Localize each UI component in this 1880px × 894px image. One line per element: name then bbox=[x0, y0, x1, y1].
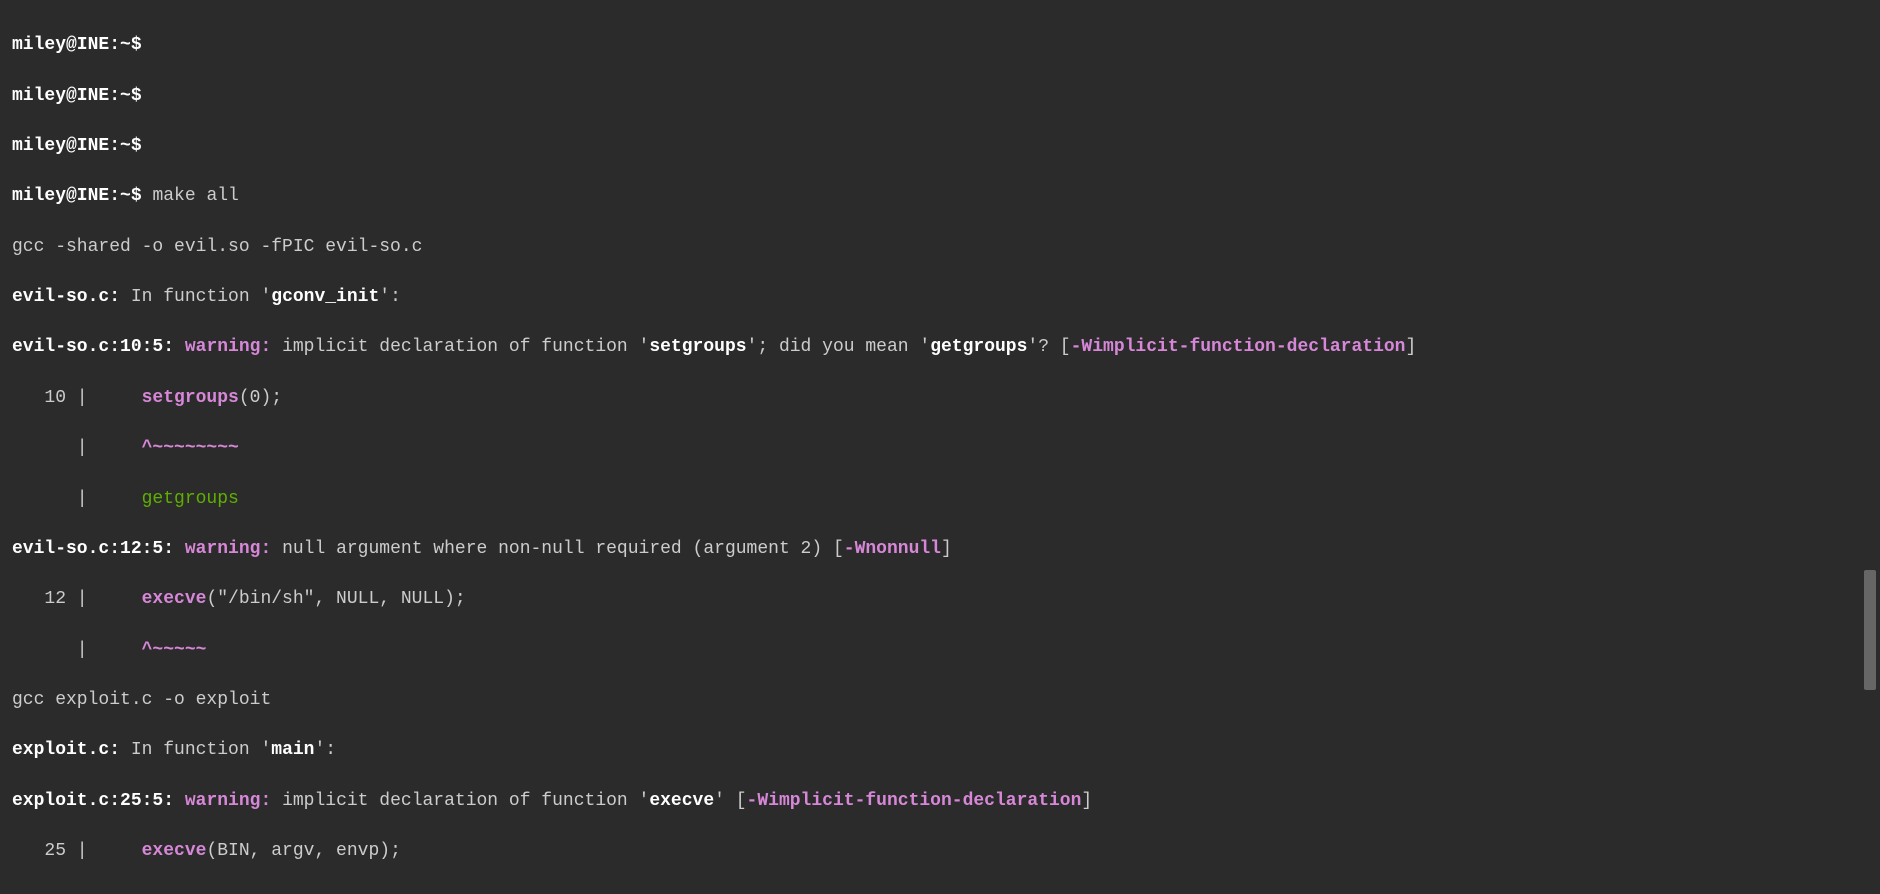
prompt: miley@INE:~$ bbox=[12, 186, 142, 206]
code-snippet: setgroups bbox=[142, 388, 239, 408]
gcc-line-2: gcc exploit.c -o exploit bbox=[12, 690, 271, 710]
warning-tag: warning: bbox=[185, 539, 271, 559]
file-ref: exploit.c: bbox=[12, 740, 120, 760]
terminal-output[interactable]: miley@INE:~$ miley@INE:~$ miley@INE:~$ m… bbox=[12, 8, 1868, 886]
prompt: miley@INE:~$ bbox=[12, 35, 142, 55]
command-make: make all bbox=[152, 186, 238, 206]
warning-flag: -Wimplicit-function-declaration bbox=[1071, 337, 1406, 357]
warning-location: evil-so.c:12:5: bbox=[12, 539, 174, 559]
warning-tag: warning: bbox=[185, 791, 271, 811]
warning-tag: warning: bbox=[185, 337, 271, 357]
gcc-line-1: gcc -shared -o evil.so -fPIC evil-so.c bbox=[12, 237, 422, 257]
warning-flag: -Wnonnull bbox=[844, 539, 941, 559]
suggestion: getgroups bbox=[142, 489, 239, 509]
warning-location: evil-so.c:10:5: bbox=[12, 337, 174, 357]
caret-underline: ^~~~~~ bbox=[142, 640, 207, 660]
caret-underline: ^~~~~~~~~ bbox=[142, 438, 239, 458]
file-ref: evil-so.c: bbox=[12, 287, 120, 307]
warning-location: exploit.c:25:5: bbox=[12, 791, 174, 811]
code-snippet: execve bbox=[142, 589, 207, 609]
code-snippet: execve bbox=[142, 841, 207, 861]
prompt: miley@INE:~$ bbox=[12, 136, 142, 156]
scrollbar-thumb[interactable] bbox=[1864, 570, 1876, 690]
scrollbar[interactable] bbox=[1864, 8, 1876, 886]
warning-flag: -Wimplicit-function-declaration bbox=[747, 791, 1082, 811]
prompt: miley@INE:~$ bbox=[12, 86, 142, 106]
